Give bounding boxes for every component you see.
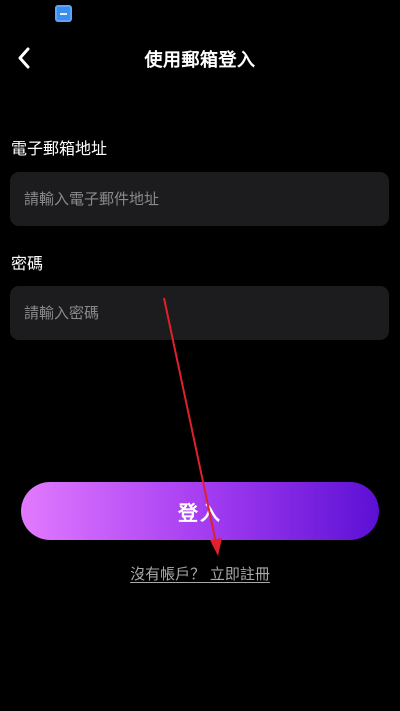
register-link[interactable]: 沒有帳戶？ 立即註冊: [0, 563, 400, 584]
login-button[interactable]: 登入: [21, 482, 379, 540]
password-field[interactable]: [22, 303, 377, 323]
password-label: 密碼: [11, 254, 44, 273]
email-label: 電子郵箱地址: [11, 139, 108, 158]
app-notification-icon: [55, 5, 72, 22]
email-field[interactable]: [22, 189, 377, 209]
register-link-label: 沒有帳戶？ 立即註冊: [130, 565, 270, 583]
password-field-container[interactable]: [10, 286, 389, 340]
annotation-arrow: [163, 297, 222, 556]
email-field-container[interactable]: [10, 172, 389, 226]
login-button-label: 登入: [178, 500, 222, 525]
page-title: 使用郵箱登入: [144, 50, 256, 71]
